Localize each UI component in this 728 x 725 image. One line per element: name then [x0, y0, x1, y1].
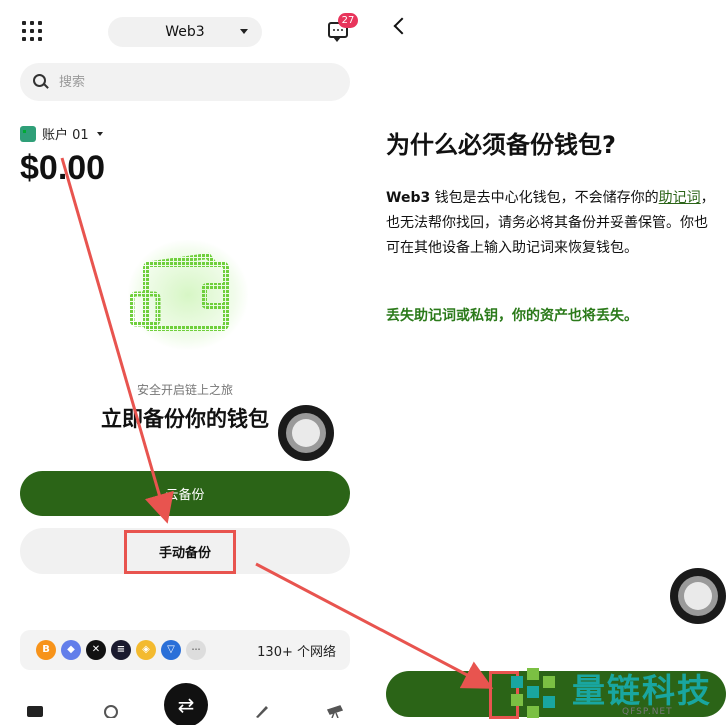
apps-grid-icon[interactable] — [22, 21, 42, 41]
more-icon: ··· — [186, 640, 206, 660]
loss-warning: 丢失助记词或私钥，你的资产也将丢失。 — [386, 308, 638, 324]
swap-button[interactable]: ⇄ — [164, 683, 208, 725]
brand-name: Web3 — [386, 190, 431, 206]
backup-info-screen: 为什么必须备份钱包? Web3 钱包是去中心化钱包，不会储存你的助记词，也无法帮… — [370, 0, 728, 725]
search-icon — [33, 74, 49, 90]
message-count-badge: 27 — [338, 13, 358, 28]
account-name: 账户 01 — [42, 128, 89, 143]
discover-tab-icon[interactable] — [102, 704, 120, 718]
ethereum-icon: ◆ — [61, 640, 81, 660]
network-selector-label: Web3 — [165, 24, 205, 40]
bnb-icon: ◈ — [136, 640, 156, 660]
mnemonic-link[interactable]: 助记词 — [659, 190, 701, 206]
backup-why-body: Web3 钱包是去中心化钱包，不会储存你的助记词，也无法帮你找回，请务必将其备份… — [386, 186, 721, 261]
chevron-down-icon — [96, 131, 103, 136]
search-bar[interactable] — [20, 63, 350, 101]
cloud-backup-button[interactable]: 云备份 — [20, 471, 350, 516]
solana-icon: ≡ — [111, 640, 131, 660]
watermark-text: 量链科技 — [572, 671, 712, 710]
floating-assistive-touch[interactable] — [278, 405, 334, 461]
chevron-down-icon — [240, 29, 248, 34]
body-text-1: 钱包是去中心化钱包，不会储存你的 — [430, 190, 659, 206]
account-balance: $0.00 — [20, 149, 106, 187]
okx-icon: ✕ — [86, 640, 106, 660]
tron-icon: ▽ — [161, 640, 181, 660]
search-input[interactable] — [57, 73, 301, 91]
wallet-tab-icon[interactable] — [26, 704, 44, 718]
bitcoin-icon: B — [36, 640, 56, 660]
networks-count-label: 130+ 个网络 — [257, 645, 336, 660]
wallet-home-screen: Web3 27 账户 01 $0.00 安全开启链上之旅 立即备份你的钱包 云 — [0, 0, 370, 725]
rocket-tab-icon[interactable] — [252, 704, 270, 718]
floating-assistive-touch[interactable] — [670, 568, 726, 624]
network-selector[interactable]: Web3 — [108, 17, 262, 47]
account-avatar-icon — [20, 125, 36, 142]
backup-subtitle: 安全开启链上之旅 — [136, 383, 233, 397]
manual-backup-highlight — [124, 530, 236, 574]
supported-networks-bar[interactable]: B ◆ ✕ ≡ ◈ ▽ ··· 130+ 个网络 — [20, 630, 350, 670]
watermark-subtext: QFSP.NET — [622, 707, 673, 717]
account-selector[interactable]: 账户 01 — [20, 124, 103, 143]
back-icon[interactable] — [393, 17, 411, 35]
wallet-icon — [129, 252, 229, 331]
telescope-tab-icon[interactable] — [326, 704, 344, 718]
backup-why-title: 为什么必须备份钱包? — [386, 131, 616, 159]
